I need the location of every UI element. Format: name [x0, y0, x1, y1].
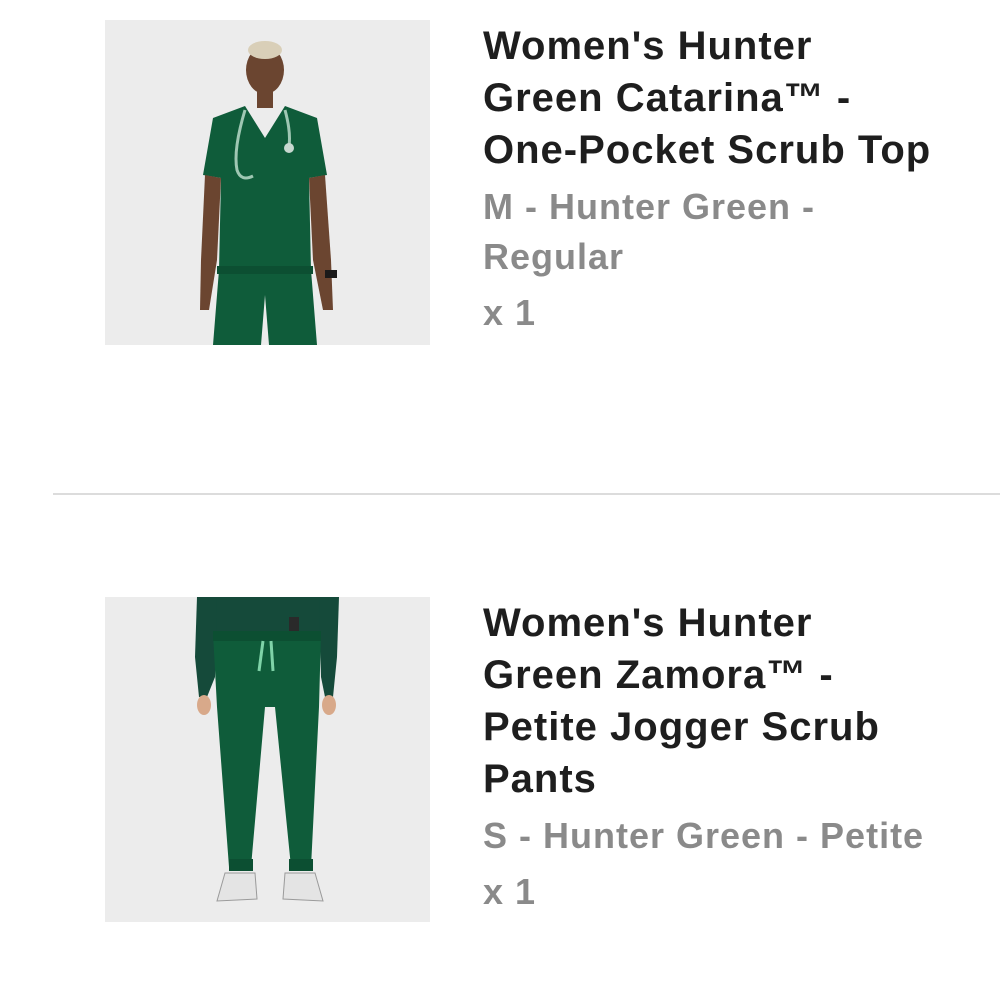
- product-image-scrub-top[interactable]: [105, 20, 430, 345]
- product-title[interactable]: Women's Hunter Green Zamora™ - Petite Jo…: [483, 597, 933, 805]
- product-quantity: x 1: [483, 292, 537, 333]
- jogger-pants-photo-icon: [105, 597, 430, 922]
- product-variant: M - Hunter Green - Regular: [483, 186, 816, 277]
- product-title[interactable]: Women's Hunter Green Catarina™ - One-Poc…: [483, 20, 933, 176]
- product-info: Women's Hunter Green Catarina™ - One-Poc…: [483, 20, 933, 338]
- product-variant: S - Hunter Green - Petite: [483, 815, 925, 856]
- product-quantity: x 1: [483, 871, 537, 912]
- product-info: Women's Hunter Green Zamora™ - Petite Jo…: [483, 597, 933, 917]
- item-divider: [53, 493, 1000, 495]
- scrub-top-photo-icon: [105, 20, 430, 345]
- product-image-jogger-pants[interactable]: [105, 597, 430, 922]
- order-summary: Women's Hunter Green Catarina™ - One-Poc…: [0, 0, 1000, 1000]
